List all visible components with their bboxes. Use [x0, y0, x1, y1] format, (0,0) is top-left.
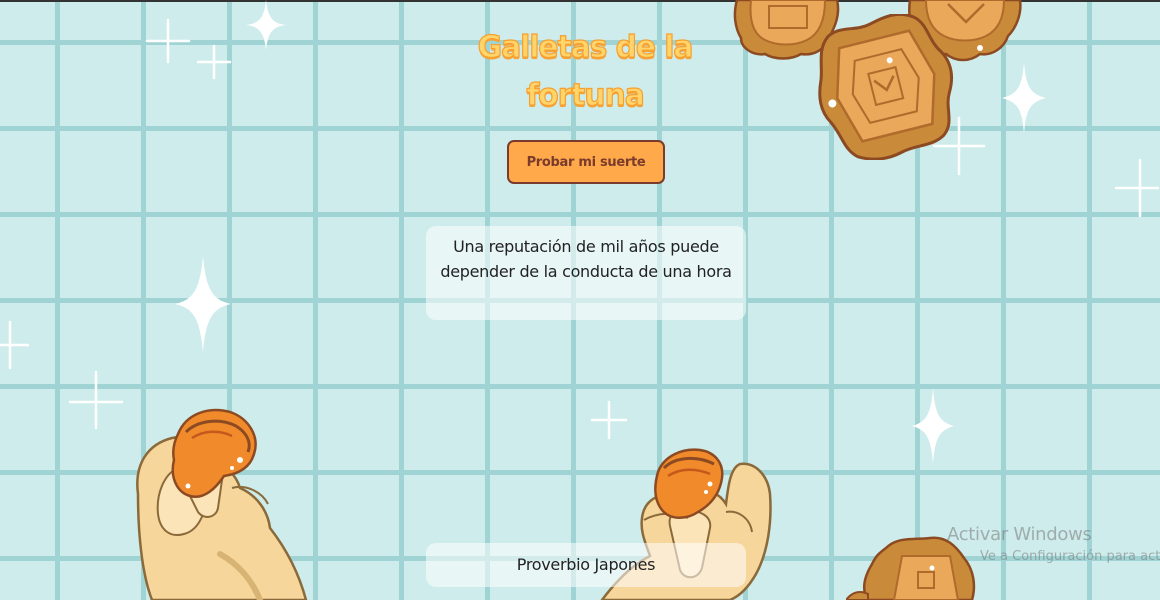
quote-text: Una reputación de mil años puede depende… [440, 237, 732, 281]
sparkle-icon [0, 320, 30, 370]
fortune-cookie-icon [171, 408, 257, 499]
sparkle-icon [245, 0, 287, 50]
sparkle-icon [1114, 158, 1160, 218]
sparkle-icon [175, 256, 231, 352]
sparkle-icon [196, 44, 232, 80]
sparkle-icon [145, 18, 191, 64]
quote-card: Una reputación de mil años puede depende… [426, 226, 746, 320]
quote-author: Proverbio Japones [516, 555, 656, 574]
windows-activation-title: Activar Windows [947, 524, 1092, 545]
sparkle-icon [912, 388, 954, 464]
windows-activation-subtitle: Ve a Configuración para activar Windows. [980, 549, 1160, 564]
page-title: Galletas de la fortuna [477, 29, 694, 113]
author-card: Proverbio Japones [426, 543, 746, 587]
mooncake-icon [818, 14, 954, 160]
sparkle-icon [590, 400, 628, 440]
sparkle-icon [1002, 62, 1046, 134]
sparkle-icon [68, 370, 124, 430]
try-luck-button[interactable]: Probar mi suerte [507, 140, 665, 184]
fortune-cookie-icon [654, 448, 724, 519]
